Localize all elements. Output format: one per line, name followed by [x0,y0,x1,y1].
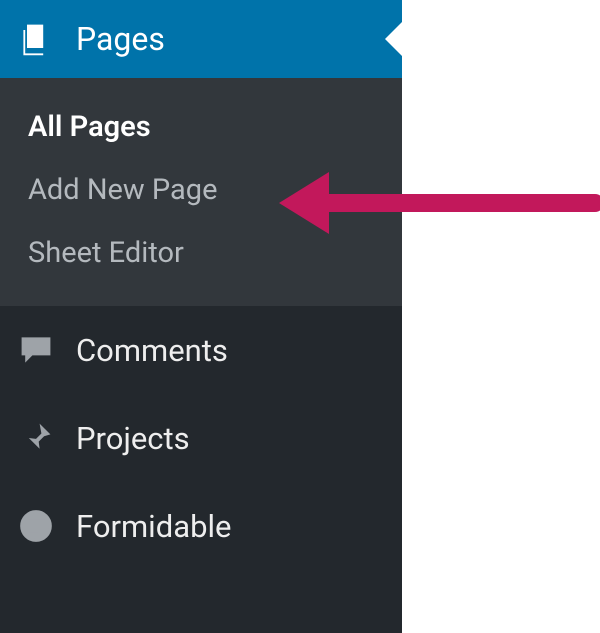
sidebar-item-label: Projects [76,420,190,457]
sidebar-item-formidable[interactable]: Formidable [0,482,402,570]
comments-icon [18,332,62,368]
sidebar-item-label: Comments [76,332,228,369]
formidable-icon [18,508,62,544]
sidebar-item-pages[interactable]: Pages [0,0,402,78]
sidebar-item-comments[interactable]: Comments [0,306,402,394]
sidebar-item-label: Formidable [76,508,231,545]
sidebar-item-projects[interactable]: Projects [0,394,402,482]
submenu-add-new-page[interactable]: Add New Page [0,159,402,222]
submenu-label: All Pages [28,110,151,144]
pages-icon [18,21,62,57]
pin-icon [18,420,62,456]
admin-sidebar: Pages All Pages Add New Page Sheet Edito… [0,0,402,633]
active-indicator-notch [385,21,403,57]
submenu-sheet-editor[interactable]: Sheet Editor [0,222,402,285]
submenu-label: Add New Page [28,173,217,207]
submenu-all-pages[interactable]: All Pages [0,96,402,159]
pages-submenu: All Pages Add New Page Sheet Editor [0,78,402,306]
submenu-label: Sheet Editor [28,236,184,270]
sidebar-item-label: Pages [76,20,165,58]
